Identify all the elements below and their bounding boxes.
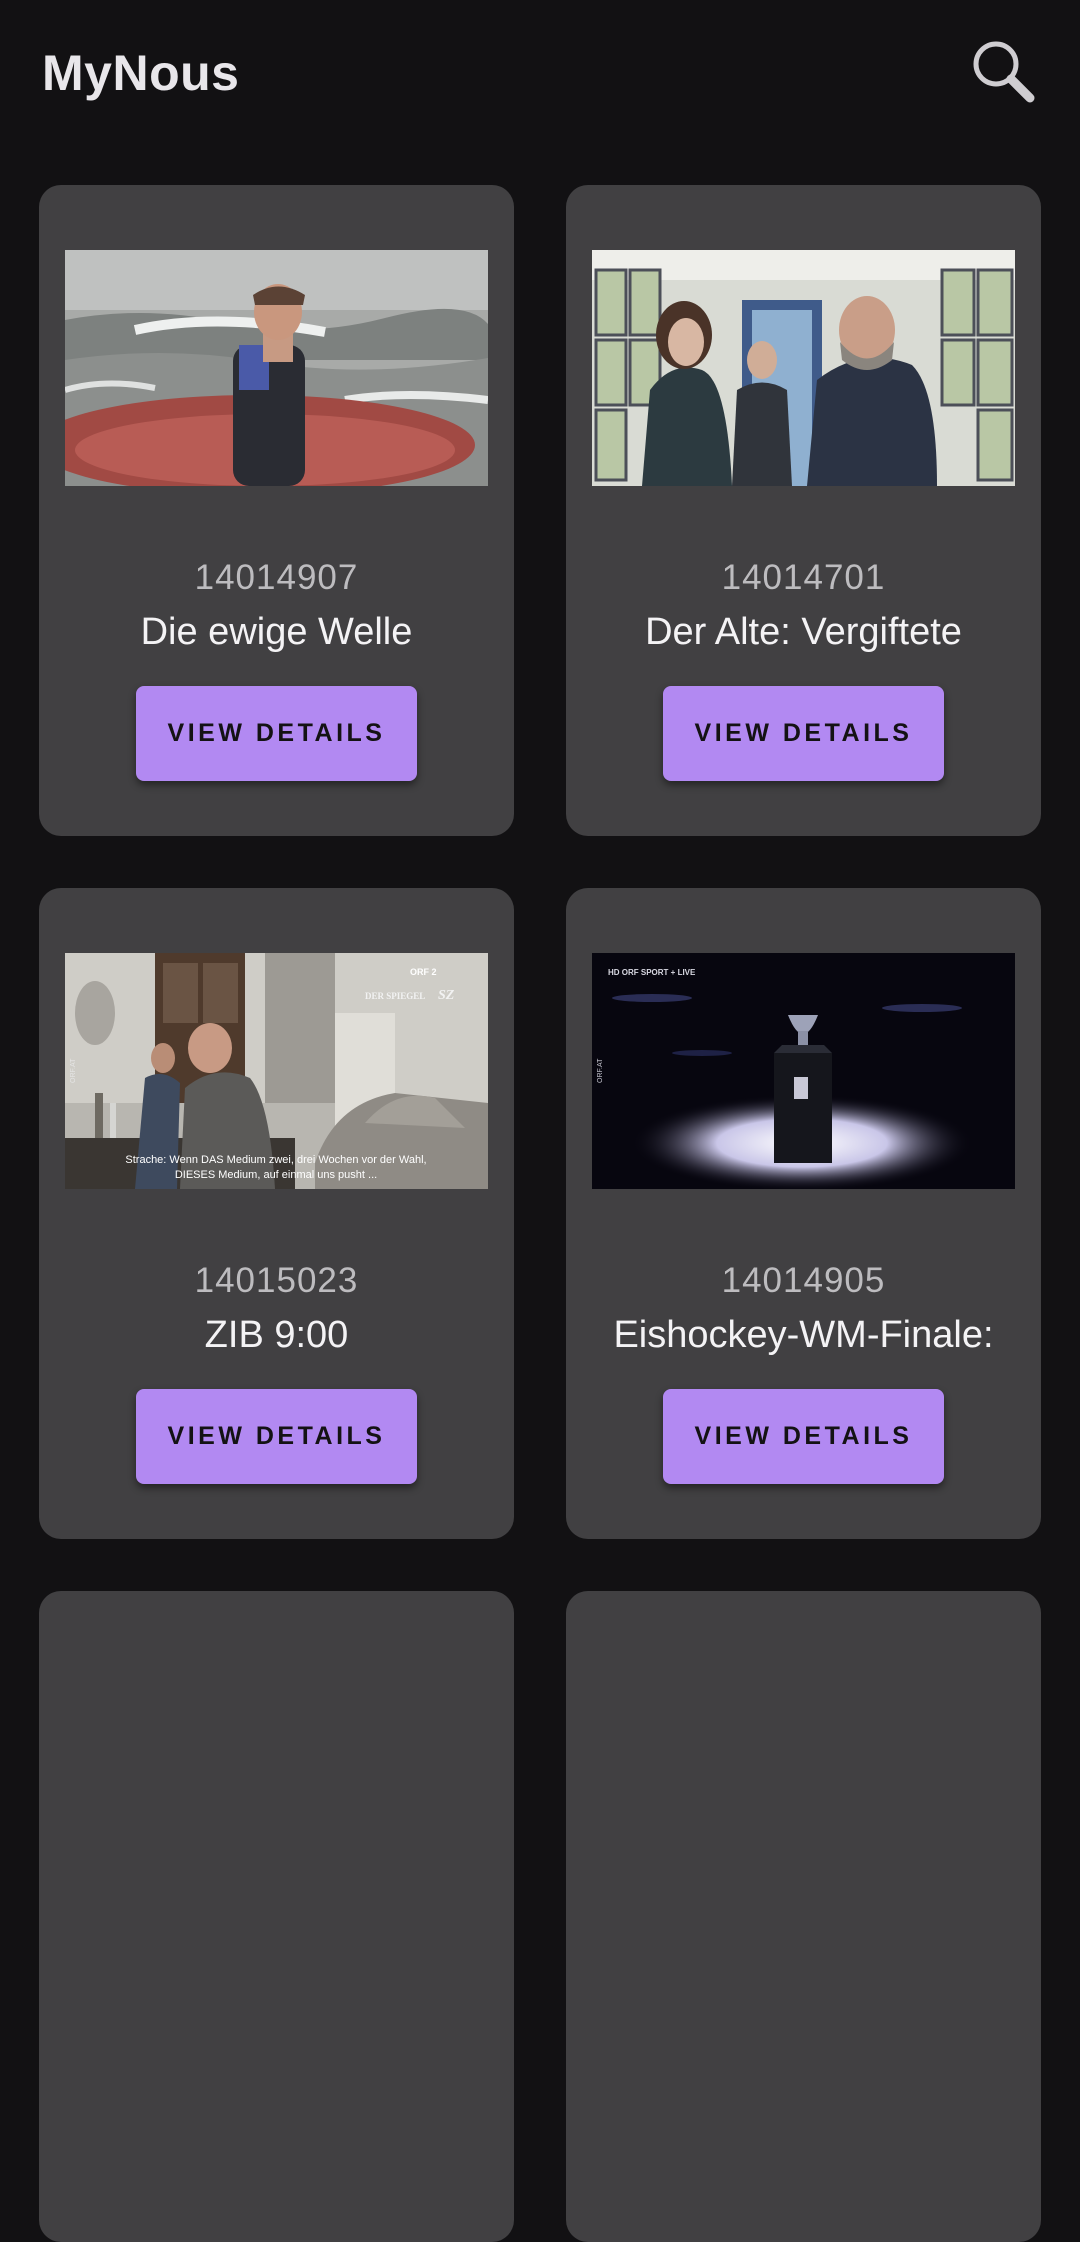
media-title: Der Alte: Vergiftete [645, 611, 962, 653]
media-title: Eishockey-WM-Finale: [613, 1314, 994, 1356]
media-card: 14014907 Die ewige Welle VIEW DETAILS [39, 185, 514, 836]
thumbnail-image: HD ORF SPORT + LIVE ORF.AT [592, 953, 1015, 1189]
media-card [39, 1591, 514, 2242]
media-card: HD ORF SPORT + LIVE ORF.AT 14014905 Eish… [566, 888, 1041, 1539]
thumb-subtitle-2: DIESES Medium, auf einmal uns pusht ... [175, 1169, 377, 1181]
view-details-button[interactable]: VIEW DETAILS [663, 686, 944, 781]
media-id: 14015023 [194, 1261, 359, 1300]
thumbnail-image: ORF 2 DER SPIEGEL SZ ORF.AT Strache: Wen… [65, 953, 488, 1189]
view-details-button[interactable]: VIEW DETAILS [663, 1389, 944, 1484]
view-details-button[interactable]: VIEW DETAILS [136, 1389, 417, 1484]
thumbnail-image [592, 250, 1015, 486]
media-id: 14014905 [721, 1261, 886, 1300]
thumb-side-text: ORF.AT [597, 1058, 604, 1083]
thumb-watermark: DER SPIEGEL [365, 991, 425, 1001]
media-id: 14014907 [194, 558, 359, 597]
media-title: Die ewige Welle [140, 611, 413, 653]
thumb-side-text: ORF.AT [70, 1058, 77, 1083]
media-id: 14014701 [721, 558, 886, 597]
media-card: 14014701 Der Alte: Vergiftete VIEW DETAI… [566, 185, 1041, 836]
thumb-channel-logo: ORF 2 [410, 967, 437, 977]
thumbnail-image [65, 250, 488, 486]
media-grid: 14014907 Die ewige Welle VIEW DETAILS 14… [0, 0, 1080, 2242]
view-details-button[interactable]: VIEW DETAILS [136, 686, 417, 781]
thumb-logo: SZ [438, 988, 455, 1003]
media-card [566, 1591, 1041, 2242]
media-title: ZIB 9:00 [204, 1314, 349, 1356]
thumb-subtitle-1: Strache: Wenn DAS Medium zwei, drei Woch… [125, 1154, 426, 1166]
thumb-channel-logo: HD ORF SPORT + LIVE [608, 968, 696, 977]
media-card: ORF 2 DER SPIEGEL SZ ORF.AT Strache: Wen… [39, 888, 514, 1539]
